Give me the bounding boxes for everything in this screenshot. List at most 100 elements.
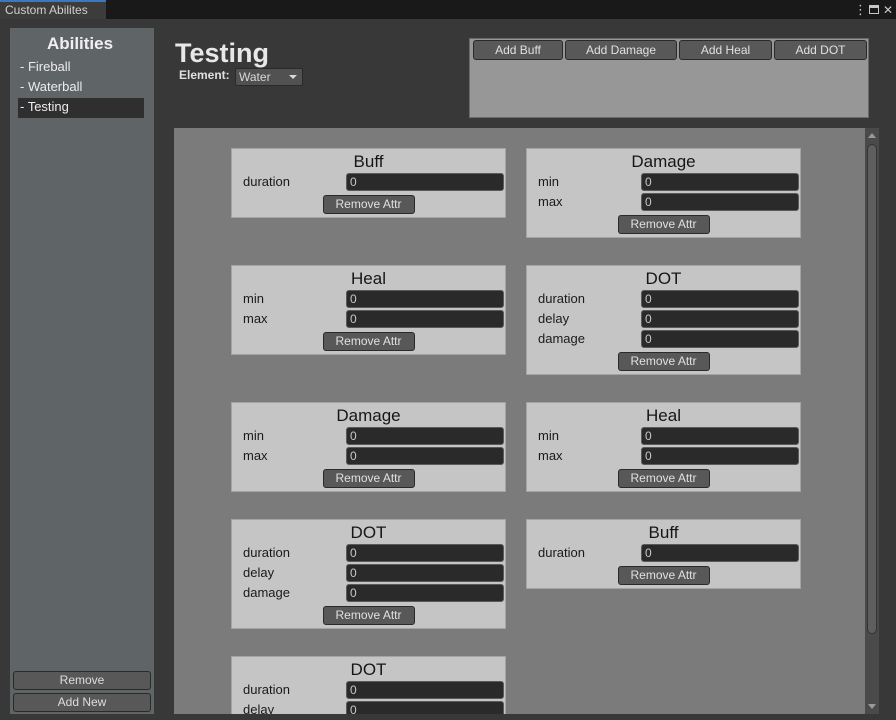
- remove-attr-button[interactable]: Remove Attr: [617, 215, 710, 234]
- attribute-card-buff: Buff duration 0 Remove Attr: [231, 148, 506, 218]
- attribute-card-damage: Damage min 0 max 0 Remove Attr: [526, 148, 801, 238]
- field-label: damage: [243, 585, 290, 600]
- card-title: DOT: [645, 269, 682, 288]
- card-title: Damage: [631, 152, 696, 171]
- field-label: max: [538, 194, 563, 209]
- scrollbar-thumb[interactable]: [867, 144, 877, 634]
- field-label: duration: [243, 174, 290, 189]
- field-row: delay 0: [232, 563, 505, 583]
- chevron-down-icon: [289, 75, 297, 79]
- window-controls: ⋮ ✕: [854, 0, 894, 19]
- maximize-icon[interactable]: [869, 5, 879, 14]
- field-row: delay 0: [527, 309, 800, 329]
- attribute-card-dot: DOT duration 0 delay 0 damage 0 Remove A…: [526, 265, 801, 375]
- close-icon[interactable]: ✕: [882, 2, 894, 18]
- remove-attr-button[interactable]: Remove Attr: [322, 469, 415, 488]
- max-input[interactable]: 0: [346, 447, 504, 465]
- min-input[interactable]: 0: [346, 290, 504, 308]
- add-dot-button[interactable]: Add DOT: [774, 40, 867, 60]
- card-title: Heal: [351, 269, 386, 288]
- field-row: delay 0: [232, 700, 505, 714]
- min-input[interactable]: 0: [346, 427, 504, 445]
- add-attribute-panel: Add Buff Add Damage Add Heal Add DOT: [469, 38, 869, 118]
- field-row: min 0: [527, 172, 800, 192]
- field-row: max 0: [232, 446, 505, 466]
- field-label: min: [538, 428, 559, 443]
- add-damage-button[interactable]: Add Damage: [565, 40, 677, 60]
- add-buff-button[interactable]: Add Buff: [473, 40, 563, 60]
- field-label: min: [538, 174, 559, 189]
- card-title: Heal: [646, 406, 681, 425]
- field-label: min: [243, 428, 264, 443]
- field-label: delay: [243, 702, 275, 714]
- duration-input[interactable]: 0: [346, 544, 504, 562]
- remove-attr-button[interactable]: Remove Attr: [322, 606, 415, 625]
- min-input[interactable]: 0: [641, 427, 799, 445]
- abilities-sidebar: Abilities - Fireball - Waterball - Testi…: [10, 28, 154, 714]
- window-tab-bar: Custom Abilites ⋮ ✕: [0, 0, 896, 19]
- sidebar-title: Abilities: [46, 34, 114, 53]
- scroll-up-arrow-icon[interactable]: [868, 133, 876, 138]
- max-input[interactable]: 0: [346, 310, 504, 328]
- window-tab[interactable]: Custom Abilites: [0, 0, 106, 19]
- field-label: delay: [243, 565, 275, 580]
- attribute-card-buff: Buff duration 0 Remove Attr: [526, 519, 801, 589]
- remove-attr-button[interactable]: Remove Attr: [322, 195, 415, 214]
- more-options-icon[interactable]: ⋮: [854, 2, 867, 18]
- attributes-scroll-area[interactable]: Buff duration 0 Remove Attr Damage min 0…: [174, 128, 879, 714]
- field-row: damage 0: [232, 583, 505, 603]
- field-label: max: [243, 448, 268, 463]
- card-title: Buff: [648, 523, 679, 542]
- damage-input[interactable]: 0: [346, 584, 504, 602]
- field-label: max: [538, 448, 563, 463]
- attribute-card-heal: Heal min 0 max 0 Remove Attr: [526, 402, 801, 492]
- delay-input[interactable]: 0: [346, 701, 504, 714]
- page-title: Testing: [175, 38, 269, 68]
- scroll-down-arrow-icon[interactable]: [868, 704, 876, 709]
- max-input[interactable]: 0: [641, 193, 799, 211]
- damage-input[interactable]: 0: [641, 330, 799, 348]
- max-input[interactable]: 0: [641, 447, 799, 465]
- add-new-button[interactable]: Add New: [13, 693, 151, 712]
- remove-attr-button[interactable]: Remove Attr: [617, 469, 710, 488]
- attribute-card-dot: DOT duration 0 delay 0 damage 0 Remove A…: [231, 519, 506, 629]
- field-row: max 0: [527, 446, 800, 466]
- duration-input[interactable]: 0: [346, 681, 504, 699]
- field-label: min: [243, 291, 264, 306]
- vertical-scrollbar[interactable]: [865, 128, 879, 714]
- duration-input[interactable]: 0: [641, 290, 799, 308]
- field-row: min 0: [232, 289, 505, 309]
- sidebar-item-waterball[interactable]: - Waterball: [18, 78, 154, 98]
- field-row: duration 0: [232, 543, 505, 563]
- sidebar-item-fireball[interactable]: - Fireball: [18, 58, 154, 78]
- element-dropdown[interactable]: Water: [235, 68, 303, 86]
- delay-input[interactable]: 0: [346, 564, 504, 582]
- remove-attr-button[interactable]: Remove Attr: [617, 566, 710, 585]
- field-label: duration: [538, 291, 585, 306]
- field-row: duration 0: [232, 172, 505, 192]
- field-row: max 0: [527, 192, 800, 212]
- remove-attr-button[interactable]: Remove Attr: [617, 352, 710, 371]
- field-label: duration: [243, 682, 290, 697]
- card-title: Buff: [353, 152, 384, 171]
- field-label: damage: [538, 331, 585, 346]
- field-row: duration 0: [527, 289, 800, 309]
- remove-attr-button[interactable]: Remove Attr: [322, 332, 415, 351]
- field-row: max 0: [232, 309, 505, 329]
- sidebar-item-testing[interactable]: - Testing: [18, 98, 144, 118]
- element-label: Element:: [179, 68, 230, 82]
- duration-input[interactable]: 0: [346, 173, 504, 191]
- remove-button[interactable]: Remove: [13, 671, 151, 690]
- field-label: duration: [538, 545, 585, 560]
- attribute-card-damage: Damage min 0 max 0 Remove Attr: [231, 402, 506, 492]
- duration-input[interactable]: 0: [641, 544, 799, 562]
- min-input[interactable]: 0: [641, 173, 799, 191]
- field-label: delay: [538, 311, 570, 326]
- element-dropdown-value: Water: [239, 70, 271, 84]
- add-heal-button[interactable]: Add Heal: [679, 40, 772, 60]
- card-title: Damage: [336, 406, 401, 425]
- field-label: max: [243, 311, 268, 326]
- abilities-list: - Fireball - Waterball - Testing: [18, 58, 154, 118]
- card-title: DOT: [350, 523, 387, 542]
- delay-input[interactable]: 0: [641, 310, 799, 328]
